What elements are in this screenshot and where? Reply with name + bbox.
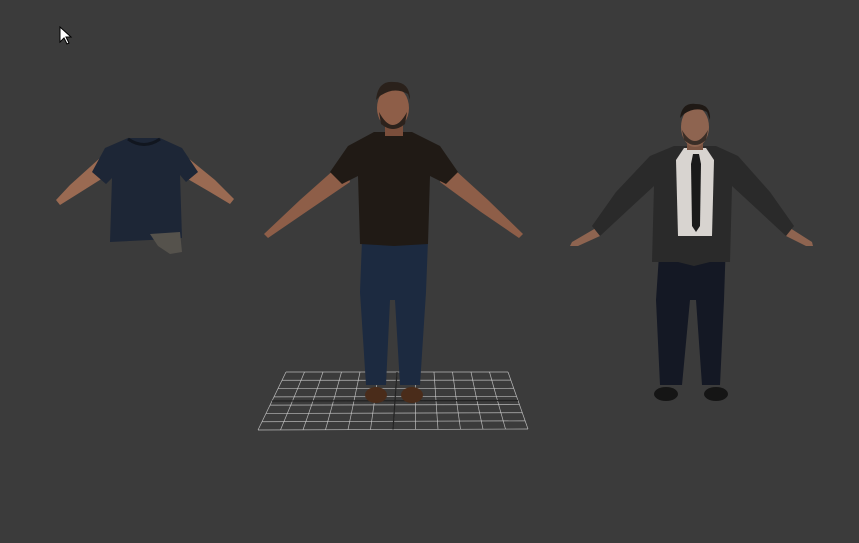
scene-canvas[interactable] (0, 0, 859, 543)
center-model-right-shoe (401, 387, 423, 403)
shirt-arms-model[interactable] (56, 137, 234, 254)
ground-grid (257, 371, 529, 431)
suit-man-model[interactable] (570, 103, 813, 401)
right-model-left-shoe (654, 387, 678, 401)
casual-man-model[interactable] (264, 81, 523, 403)
left-model-waist-piece (150, 232, 182, 254)
grid-axis-x (271, 399, 519, 402)
arrow-pointer-icon (59, 26, 73, 45)
left-model-tshirt (92, 138, 198, 242)
center-model-left-shoe (365, 387, 387, 403)
3d-viewport[interactable] (0, 0, 859, 543)
right-model-right-shoe (704, 387, 728, 401)
right-model-tie (691, 154, 701, 232)
right-model-left-hand (570, 228, 600, 246)
center-model-jeans (360, 240, 428, 385)
center-model-tshirt (330, 132, 458, 246)
